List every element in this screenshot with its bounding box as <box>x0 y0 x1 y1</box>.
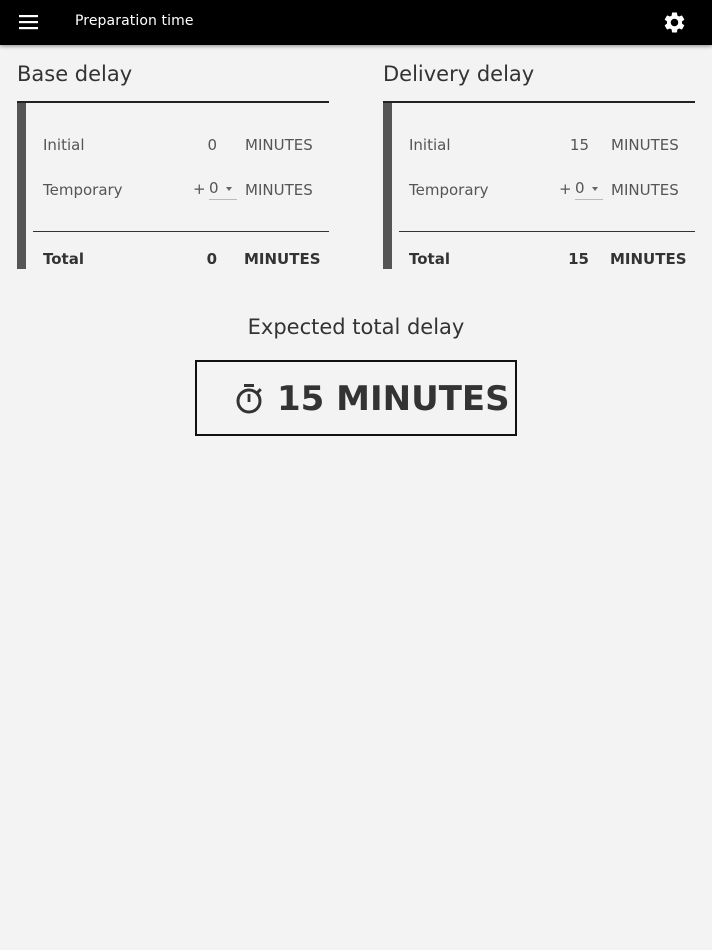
temporary-unit: MINUTES <box>245 181 313 199</box>
panel-top-divider <box>17 101 329 103</box>
temporary-select-value: 0 <box>575 179 585 197</box>
total-value: 0 <box>206 250 217 268</box>
total-label: Total <box>43 250 84 268</box>
initial-value: 0 <box>207 136 217 154</box>
temporary-delay-select[interactable]: 0 <box>209 178 237 200</box>
chevron-down-icon <box>592 187 598 191</box>
hamburger-menu-icon[interactable] <box>15 11 43 35</box>
total-unit: MINUTES <box>610 250 687 268</box>
temporary-plus-sign: + <box>559 180 572 198</box>
app-header: Preparation time <box>0 0 712 45</box>
temporary-delay-select[interactable]: 0 <box>575 178 603 200</box>
panel-title: Delivery delay <box>383 62 535 86</box>
temporary-label: Temporary <box>409 181 489 199</box>
gear-icon[interactable] <box>662 10 687 35</box>
expected-total-value: 15 MINUTES <box>277 379 510 419</box>
chevron-down-icon <box>226 187 232 191</box>
panel-accent-bar <box>383 103 392 269</box>
temporary-plus-sign: + <box>193 180 206 198</box>
panel-top-divider <box>383 101 695 103</box>
total-label: Total <box>409 250 450 268</box>
total-divider <box>33 231 329 232</box>
panel-accent-bar <box>17 103 26 269</box>
initial-unit: MINUTES <box>611 136 679 154</box>
initial-label: Initial <box>43 136 85 154</box>
temporary-label: Temporary <box>43 181 123 199</box>
initial-unit: MINUTES <box>245 136 313 154</box>
panel-title: Base delay <box>17 62 133 86</box>
initial-label: Initial <box>409 136 451 154</box>
total-divider <box>399 231 695 232</box>
initial-value: 15 <box>569 136 589 154</box>
expected-total-box: 15 MINUTES <box>195 360 517 436</box>
total-value: 15 <box>568 250 589 268</box>
temporary-select-value: 0 <box>209 179 219 197</box>
app-title: Preparation time <box>75 13 194 29</box>
expected-total-title: Expected total delay <box>247 315 465 339</box>
total-unit: MINUTES <box>244 250 321 268</box>
delivery-delay-panel: Delivery delay Initial 15 MINUTES Tempor… <box>383 60 695 270</box>
base-delay-panel: Base delay Initial 0 MINUTES Temporary +… <box>17 60 329 270</box>
temporary-unit: MINUTES <box>611 181 679 199</box>
stopwatch-icon <box>233 382 265 416</box>
